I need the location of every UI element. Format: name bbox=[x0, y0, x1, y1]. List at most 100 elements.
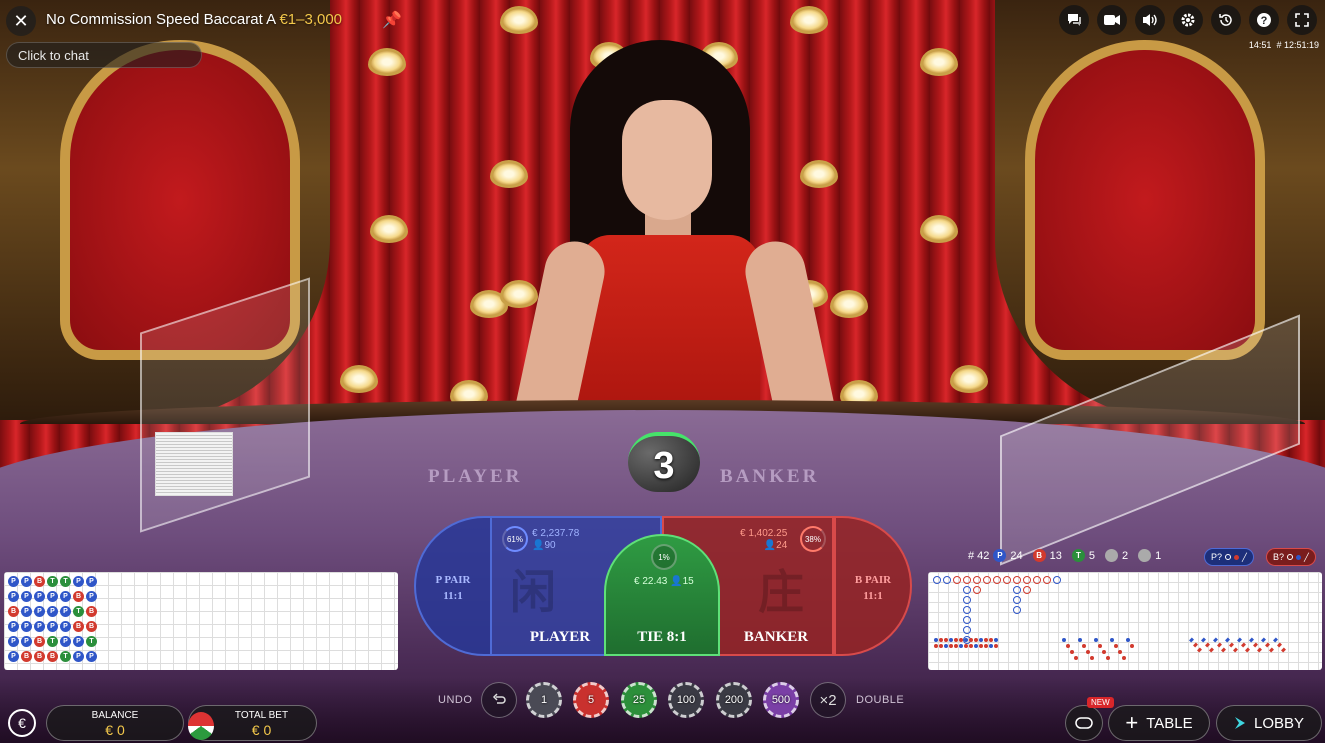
big-eye-icon bbox=[1225, 554, 1232, 560]
felt-player-text: PLAYER bbox=[428, 466, 523, 487]
derived-road-marker bbox=[954, 638, 958, 642]
big-road-result bbox=[963, 616, 971, 624]
chip-value: 5 bbox=[587, 694, 595, 706]
user-icon: 👤 bbox=[532, 540, 545, 551]
history-icon[interactable] bbox=[1211, 5, 1241, 35]
user-icon: 👤 bbox=[763, 540, 777, 551]
bead-road-result: P bbox=[8, 591, 19, 602]
bead-road-result: P bbox=[60, 606, 71, 617]
chip-value: 500 bbox=[771, 694, 791, 706]
chip-5[interactable]: 5 bbox=[573, 682, 609, 718]
chip-25[interactable]: 25 bbox=[621, 682, 657, 718]
player-glyph: 闲 bbox=[510, 565, 556, 619]
game-title: No Commission Speed Baccarat A €1–3,000 bbox=[46, 11, 342, 28]
derived-road-marker bbox=[1130, 644, 1134, 648]
bead-road[interactable]: PPBTTPPPPPPPBPBPPPPTBPPPPPBBPPBTPPTPBBBT… bbox=[4, 572, 398, 670]
derived-road-marker bbox=[984, 644, 988, 648]
banker-pair-title: B PAIR bbox=[854, 574, 892, 586]
bead-road-result: T bbox=[47, 576, 58, 587]
tie-total-amount: € 22.43 bbox=[634, 576, 668, 587]
cockroach-road-marker bbox=[1265, 642, 1270, 648]
fullscreen-icon[interactable] bbox=[1287, 5, 1317, 35]
decor-lamp bbox=[920, 48, 958, 76]
bead-road-result: P bbox=[8, 636, 19, 647]
derived-road-marker bbox=[1066, 644, 1070, 648]
bead-road-result: T bbox=[60, 576, 71, 587]
lobby-button-label: LOBBY bbox=[1253, 714, 1305, 732]
sound-icon[interactable] bbox=[1135, 5, 1165, 35]
chat-input[interactable]: Click to chat bbox=[6, 42, 202, 68]
bead-road-result: B bbox=[47, 651, 58, 662]
plus-icon: + bbox=[1125, 710, 1139, 735]
derived-road-marker bbox=[1110, 638, 1114, 642]
tie-percent: 1% bbox=[651, 544, 677, 570]
tie-label: TIE 8:1 bbox=[637, 629, 687, 645]
cockroach-road-marker bbox=[1253, 642, 1258, 648]
bead-road-result: P bbox=[73, 651, 84, 662]
round-id: # 12:51:19 bbox=[1276, 40, 1319, 50]
chip-200[interactable]: 200 bbox=[716, 682, 752, 718]
derived-road-marker bbox=[974, 638, 978, 642]
chip-1[interactable]: 1 bbox=[526, 682, 562, 718]
close-button[interactable]: ✕ bbox=[6, 6, 36, 36]
big-road-result bbox=[973, 576, 981, 584]
tie-bettors-count: 15 bbox=[682, 576, 694, 587]
double-button[interactable]: ×2 bbox=[810, 682, 846, 718]
derived-road-marker bbox=[934, 638, 938, 642]
pin-icon[interactable]: 📌 bbox=[382, 10, 402, 30]
player-wins-count: 24 bbox=[1010, 549, 1023, 562]
bet-limits[interactable]: €1–3,000 bbox=[279, 11, 342, 28]
multi-table-button[interactable] bbox=[1065, 705, 1103, 741]
undo-icon bbox=[492, 693, 506, 704]
bead-road-result: T bbox=[47, 636, 58, 647]
big-road-result bbox=[993, 576, 1001, 584]
cockroach-road-marker bbox=[1197, 647, 1202, 653]
big-road-result bbox=[1023, 576, 1031, 584]
derived-road-marker bbox=[939, 644, 943, 648]
derived-road-marker bbox=[969, 638, 973, 642]
cockroach-road-marker bbox=[1249, 637, 1254, 643]
bead-road-result: P bbox=[47, 621, 58, 632]
bead-road-result: P bbox=[34, 591, 45, 602]
lobby-button[interactable]: LOBBY bbox=[1216, 705, 1322, 741]
banker-pair-icon bbox=[1138, 549, 1152, 562]
cockroach-road-marker bbox=[1221, 647, 1226, 653]
big-road-result bbox=[1013, 576, 1021, 584]
banker-percent: 38% bbox=[800, 526, 826, 552]
top-toolbar: ? bbox=[1059, 5, 1317, 35]
undo-button[interactable] bbox=[481, 682, 517, 718]
cockroach-road-marker bbox=[1201, 637, 1206, 643]
video-icon[interactable] bbox=[1097, 5, 1127, 35]
derived-road-marker bbox=[1114, 644, 1118, 648]
balance-value: € 0 bbox=[105, 722, 125, 738]
bead-road-result: P bbox=[73, 576, 84, 587]
big-road-panel[interactable] bbox=[928, 572, 1322, 670]
player-total-amount: € 2,237.78 bbox=[532, 528, 580, 539]
table-button-label: TABLE bbox=[1146, 714, 1193, 732]
bead-road-result: P bbox=[34, 606, 45, 617]
big-road-result bbox=[1013, 596, 1021, 604]
derived-road-marker bbox=[1078, 638, 1082, 642]
banker-wins-count: 13 bbox=[1049, 549, 1062, 562]
chip-500[interactable]: 500 bbox=[763, 682, 799, 718]
decor-lamp bbox=[830, 290, 868, 318]
big-road-result bbox=[953, 576, 961, 584]
chip-100[interactable]: 100 bbox=[668, 682, 704, 718]
big-road-result bbox=[963, 626, 971, 634]
predict-player-button[interactable]: P? ╱ bbox=[1204, 548, 1254, 566]
derived-road-marker bbox=[944, 644, 948, 648]
predict-banker-button[interactable]: B? ╱ bbox=[1266, 548, 1316, 566]
bead-road-result: P bbox=[34, 621, 45, 632]
bead-road-result: P bbox=[8, 651, 19, 662]
help-icon[interactable]: ? bbox=[1249, 5, 1279, 35]
currency-button[interactable]: € bbox=[8, 709, 36, 737]
bet-spot-tie[interactable]: 1% € 22.43 👤15 TIE 8:1 bbox=[604, 534, 720, 656]
derived-road-marker bbox=[984, 638, 988, 642]
add-table-button[interactable]: + TABLE bbox=[1108, 705, 1210, 741]
small-road-icon bbox=[1234, 554, 1240, 560]
derived-road-marker bbox=[954, 644, 958, 648]
settings-icon[interactable] bbox=[1173, 5, 1203, 35]
chat-icon[interactable] bbox=[1059, 5, 1089, 35]
bead-road-result: P bbox=[8, 621, 19, 632]
big-road-result bbox=[933, 576, 941, 584]
